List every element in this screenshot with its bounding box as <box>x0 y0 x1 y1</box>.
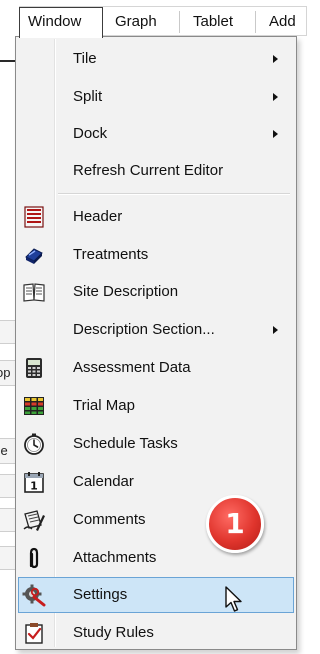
treatments-icon <box>25 248 43 264</box>
menu-item-treatments[interactable]: Treatments <box>18 237 294 273</box>
menubar-separator <box>255 11 256 33</box>
menu-item-header[interactable]: Header <box>18 199 294 235</box>
background-text-fragment: ze <box>0 443 8 458</box>
attachments-icon <box>29 547 39 569</box>
menu-bar: Window Graph Tablet Add <box>19 6 307 38</box>
window-dropdown-menu: Tile Split Dock Refresh Current Editor H… <box>15 36 297 650</box>
header-icon <box>24 206 44 228</box>
menu-item-tile[interactable]: Tile <box>18 41 294 77</box>
callout-badge: 1 <box>206 495 264 553</box>
submenu-arrow-icon <box>273 55 278 63</box>
schedule-tasks-icon <box>24 433 44 455</box>
menu-item-assessment-data[interactable]: Assessment Data <box>18 350 294 386</box>
menu-item-label: Split <box>73 88 103 105</box>
comments-icon <box>23 510 45 531</box>
menu-item-label: Description Section... <box>73 321 215 338</box>
menu-item-trial-map[interactable]: Trial Map <box>18 388 294 424</box>
menu-item-study-rules[interactable]: Study Rules <box>18 615 294 651</box>
menu-item-label: Site Description <box>73 283 179 300</box>
trial-map-icon <box>24 397 44 415</box>
menu-item-split[interactable]: Split <box>18 79 294 115</box>
menu-item-label: Study Rules <box>73 624 154 641</box>
menu-add[interactable]: Add <box>261 7 304 37</box>
menu-item-label: Dock <box>73 125 108 142</box>
background-row <box>0 320 16 344</box>
menu-item-label: Tile <box>73 50 97 67</box>
menu-tablet[interactable]: Tablet <box>185 7 241 37</box>
menu-item-label: Assessment Data <box>73 359 191 376</box>
background-row <box>0 546 16 570</box>
study-rules-icon <box>25 623 43 644</box>
menu-item-schedule-tasks[interactable]: Schedule Tasks <box>18 426 294 462</box>
menu-item-refresh-current-editor[interactable]: Refresh Current Editor <box>18 153 294 189</box>
menu-item-label: Attachments <box>73 549 157 566</box>
menu-item-label: Calendar <box>73 473 134 490</box>
submenu-arrow-icon <box>273 326 278 334</box>
menu-item-calendar[interactable]: 1 Calendar <box>18 464 294 500</box>
calendar-icon: 1 <box>24 472 44 493</box>
menu-item-label: Treatments <box>73 246 149 263</box>
menu-item-label: Header <box>73 208 123 225</box>
callout-number: 1 <box>225 507 245 540</box>
background-row <box>0 474 16 498</box>
menu-item-label: Schedule Tasks <box>73 435 178 452</box>
menu-item-site-description[interactable]: Site Description <box>18 274 294 310</box>
menu-item-settings[interactable]: Settings <box>18 577 294 613</box>
menu-item-label: Trial Map <box>73 397 135 414</box>
assessment-data-icon <box>26 358 42 378</box>
site-description-icon <box>23 283 45 302</box>
menu-item-description-section[interactable]: Description Section... <box>18 312 294 348</box>
menu-window[interactable]: Window <box>19 7 103 38</box>
settings-icon <box>22 584 46 607</box>
submenu-arrow-icon <box>273 130 278 138</box>
menu-item-label: Comments <box>73 511 146 528</box>
background-text-fragment: op <box>0 365 11 380</box>
menu-item-label: Refresh Current Editor <box>73 162 224 179</box>
menubar-separator <box>179 11 180 33</box>
mouse-cursor-icon <box>225 586 242 612</box>
background-row <box>0 508 16 532</box>
menu-item-label: Settings <box>73 586 128 603</box>
menu-graph[interactable]: Graph <box>107 7 165 37</box>
submenu-arrow-icon <box>273 93 278 101</box>
menu-separator <box>58 193 290 195</box>
menu-item-dock[interactable]: Dock <box>18 116 294 152</box>
calendar-icon-digit: 1 <box>30 480 38 493</box>
